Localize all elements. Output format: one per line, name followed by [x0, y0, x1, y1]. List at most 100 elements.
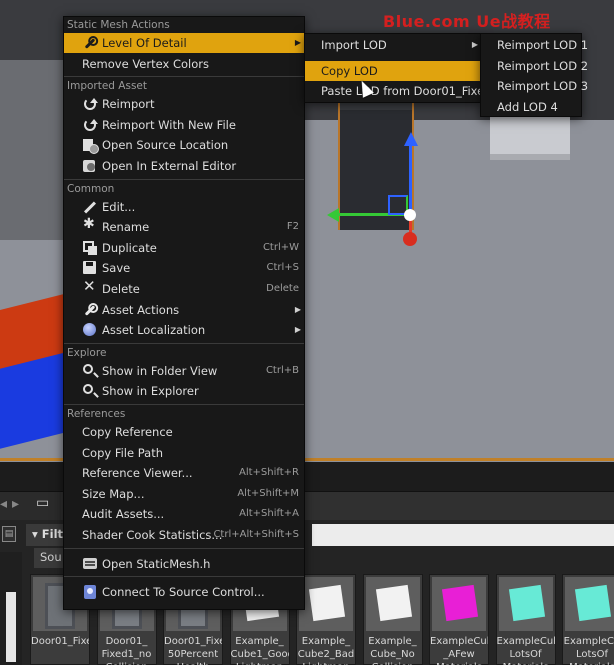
wrench-icon — [83, 303, 97, 317]
shortcut-hint: Delete — [266, 283, 299, 294]
menu-item-asset-localization[interactable]: Asset Localization ▶ — [64, 320, 304, 340]
asset-tile[interactable]: ExampleCu LotsOf Materials — [562, 574, 614, 665]
menu-item-label: Open In External Editor — [102, 159, 237, 173]
viewport-wall — [0, 60, 70, 240]
menu-item-asset-actions[interactable]: Asset Actions ▶ — [64, 300, 304, 320]
menu-item-audit-assets[interactable]: Audit Assets... Alt+Shift+A — [64, 504, 304, 524]
gizmo-y-handle-icon[interactable] — [403, 232, 417, 246]
wrench-icon — [83, 36, 97, 50]
asset-tile[interactable]: ExampleCube _AFew Materials — [429, 574, 489, 665]
asset-thumbnail — [432, 577, 486, 631]
asset-tile[interactable]: ExampleCube LotsOf Materials — [495, 574, 556, 665]
asset-name: ExampleCube LotsOf Materials — [496, 636, 555, 665]
asset-thumbnail — [365, 577, 420, 631]
menu-item-open-staticmesh-h[interactable]: Open StaticMesh.h — [64, 554, 304, 574]
gizmo-x-arrow-icon[interactable] — [327, 208, 339, 222]
menu-item-paste-lod-from-door01-fixed[interactable]: Paste LOD from Door01_Fixed — [305, 81, 492, 101]
shortcut-hint: Ctrl+Alt+Shift+S — [213, 529, 299, 540]
menu-item-label: Asset Actions — [102, 302, 180, 317]
menu-item-label: Reimport LOD 3 — [497, 79, 589, 93]
menu-section-header: References — [67, 408, 126, 420]
menu-item-label: Paste LOD from Door01_Fixed — [321, 84, 492, 98]
menu-item-label: Reimport With New File — [102, 117, 236, 132]
menu-item-duplicate[interactable]: Duplicate Ctrl+W — [64, 238, 304, 258]
menu-item-copy-lod[interactable]: Copy LOD — [305, 61, 481, 81]
cube-mesh-actor[interactable] — [490, 110, 570, 160]
menu-item-add-lod-4[interactable]: Add LOD 4 — [481, 97, 581, 117]
sources-panel-toggle-icon[interactable]: ▤ — [2, 526, 16, 542]
search-icon — [83, 363, 97, 378]
menu-item-save[interactable]: Save Ctrl+S — [64, 258, 304, 278]
menu-item-delete[interactable]: ✕ Delete Delete — [64, 279, 304, 299]
menu-item-label: Save — [102, 261, 131, 276]
menu-separator — [64, 342, 304, 344]
external-editor-icon — [83, 159, 97, 173]
cube-thumbnail-icon — [375, 584, 412, 622]
gizmo-center-icon[interactable] — [404, 209, 416, 221]
asset-name: Door01_ Fixed1_no Collision — [101, 636, 152, 665]
menu-item-label: Audit Assets... — [82, 507, 165, 522]
source-control-icon — [83, 585, 97, 600]
forward-arrow-icon[interactable]: ▸ — [12, 496, 19, 512]
menu-item-open-source-location[interactable]: Open Source Location — [64, 135, 304, 155]
asset-name: Example_ Cube2_Bad Lightmap — [297, 636, 355, 665]
menu-item-label: Size Map... — [82, 486, 145, 501]
shortcut-hint: Alt+Shift+M — [237, 487, 299, 499]
asset-name: Door01_Fixed_ 50Percent Health — [164, 636, 222, 665]
menu-item-label: Import LOD — [321, 38, 387, 52]
menu-item-label: Copy Reference — [82, 425, 173, 439]
menu-item-label: Reimport — [102, 97, 155, 112]
folder-icon[interactable]: ▭ — [36, 495, 54, 511]
submenu-arrow-icon: ▶ — [294, 325, 301, 335]
menu-item-show-in-explorer[interactable]: Show in Explorer — [64, 381, 304, 401]
menu-item-label: Level Of Detail — [102, 36, 187, 50]
menu-item-label: Open StaticMesh.h — [102, 556, 211, 571]
menu-item-shader-cook-statistics[interactable]: Shader Cook Statistics... Ctrl+Alt+Shift+… — [64, 525, 304, 545]
asset-tile[interactable]: Example_ Cube_No Collision — [362, 574, 423, 665]
menu-item-copy-reference[interactable]: Copy Reference — [64, 422, 304, 442]
duplicate-icon — [83, 240, 97, 255]
asset-tile[interactable]: Example_ Cube2_Bad Lightmap — [296, 574, 356, 665]
menu-separator — [64, 576, 304, 578]
rail-scrollbar[interactable] — [6, 592, 16, 662]
gizmo-z-arrow-icon[interactable] — [404, 132, 418, 146]
menu-item-reimport-lod-2[interactable]: Reimport LOD 2 — [481, 56, 588, 76]
search-icon — [83, 384, 97, 398]
menu-item-label: Show in Folder View — [102, 363, 218, 378]
content-browser-rail — [0, 552, 22, 665]
menu-item-import-lod[interactable]: Import LOD ▶ — [305, 35, 481, 55]
menu-item-reimport-with-new-file[interactable]: Reimport With New File — [64, 115, 304, 135]
menu-item-label: Reimport LOD 2 — [497, 58, 589, 73]
code-file-icon — [83, 557, 97, 571]
menu-separator — [64, 76, 304, 78]
level-of-detail-submenu: Import LOD ▶ Copy LOD Paste LOD from Door01… — [304, 33, 492, 103]
back-arrow-icon[interactable]: ◂ — [0, 496, 7, 512]
menu-item-label: Reimport LOD 1 — [497, 38, 589, 52]
menu-item-edit[interactable]: Edit... — [64, 197, 304, 217]
filter-icon: ▾ — [32, 527, 38, 541]
menu-item-size-map[interactable]: Size Map... Alt+Shift+M — [64, 484, 304, 504]
menu-item-reimport[interactable]: Reimport — [64, 94, 304, 114]
menu-item-rename[interactable]: ✱ Rename F2 — [64, 217, 304, 237]
asset-context-menu: Static Mesh Actions Level Of Detail ▶ Remov… — [63, 16, 305, 610]
menu-item-connect-to-source-control[interactable]: Connect To Source Control... — [64, 582, 304, 602]
source-location-icon — [83, 138, 99, 155]
menu-item-remove-vertex-colors[interactable]: Remove Vertex Colors — [64, 54, 304, 74]
pencil-icon — [83, 200, 97, 214]
menu-item-label: Open Source Location — [102, 138, 229, 153]
shortcut-hint: F2 — [286, 221, 299, 233]
menu-item-open-in-external-editor[interactable]: Open In External Editor — [64, 156, 304, 176]
menu-item-reference-viewer[interactable]: Reference Viewer... Alt+Shift+R — [64, 463, 304, 483]
menu-item-copy-file-path[interactable]: Copy File Path — [64, 443, 304, 463]
menu-item-reimport-lod-1[interactable]: Reimport LOD 1 — [481, 35, 588, 55]
asset-name: Door01_Fixed — [31, 636, 89, 647]
gizmo-z-axis[interactable] — [409, 140, 412, 218]
menu-item-reimport-lod-3[interactable]: Reimport LOD 3 — [481, 76, 588, 96]
shortcut-hint: Alt+Shift+A — [239, 508, 299, 520]
asset-search-input[interactable] — [312, 524, 614, 546]
menu-item-show-in-folder-view[interactable]: Show in Folder View Ctrl+B — [64, 361, 304, 381]
menu-item-label: Duplicate — [102, 240, 157, 255]
shortcut-hint: Ctrl+B — [265, 364, 299, 376]
menu-item-level-of-detail[interactable]: Level Of Detail ▶ — [64, 33, 304, 53]
asset-thumbnail — [565, 577, 614, 631]
